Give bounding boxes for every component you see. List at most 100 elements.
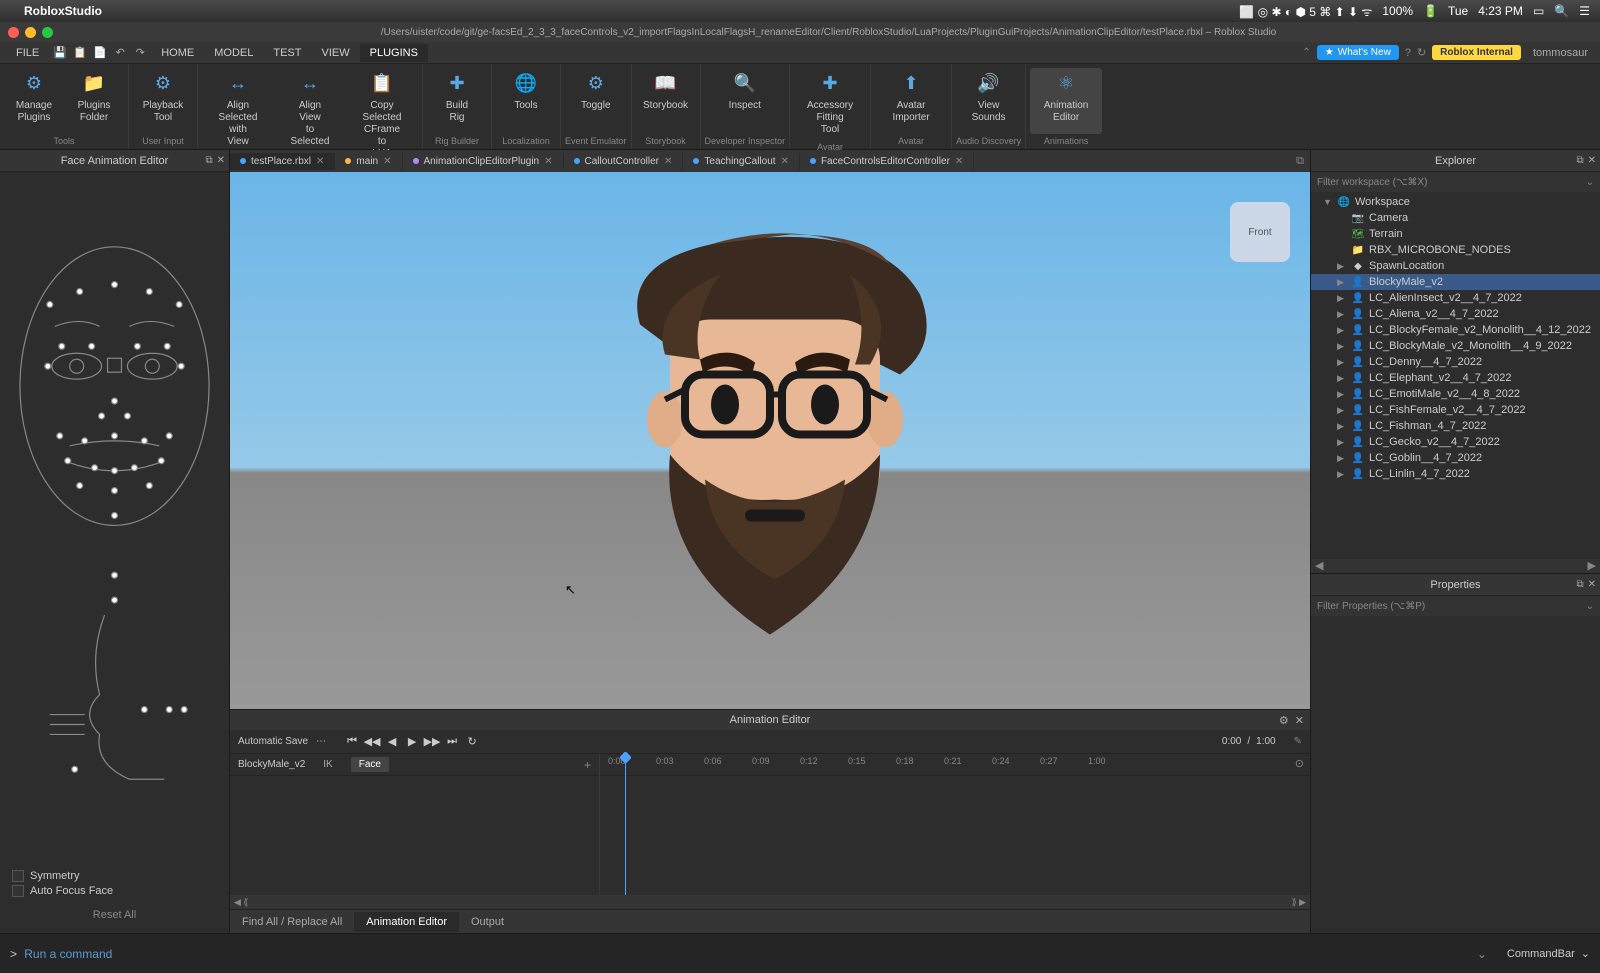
tab-animationclipeditorplugin[interactable]: AnimationClipEditorPlugin✕: [403, 153, 564, 170]
save-mode-dropdown[interactable]: Automatic Save: [238, 736, 308, 747]
next-frame-button[interactable]: ▶▶: [424, 734, 440, 750]
tree-item-lcemotimalev2482022[interactable]: ▶👤LC_EmotiMale_v2__4_8_2022: [1311, 386, 1600, 402]
ribbon-playback-tool[interactable]: ⚙PlaybackTool: [133, 68, 193, 134]
goto-start-button[interactable]: ⏮: [344, 734, 360, 750]
explorer-scrollbar[interactable]: ◀▶: [1311, 559, 1600, 573]
add-track-button[interactable]: +: [584, 758, 591, 772]
goto-end-button[interactable]: ⏭: [444, 734, 460, 750]
tree-item-lcfishfemalev2472022[interactable]: ▶👤LC_FishFemale_v2__4_7_2022: [1311, 402, 1600, 418]
bottom-tab-animation-editor[interactable]: Animation Editor: [354, 912, 459, 932]
tree-item-lcalienav2472022[interactable]: ▶👤LC_Aliena_v2__4_7_2022: [1311, 306, 1600, 322]
play-reverse-button[interactable]: ◀: [384, 734, 400, 750]
menu-home[interactable]: HOME: [151, 44, 204, 62]
ik-tab[interactable]: IK: [315, 757, 340, 772]
tree-item-lcfishman472022[interactable]: ▶👤LC_Fishman_4_7_2022: [1311, 418, 1600, 434]
undo-icon[interactable]: ↶: [111, 44, 129, 62]
tree-item-lcelephantv2472022[interactable]: ▶👤LC_Elephant_v2__4_7_2022: [1311, 370, 1600, 386]
play-button[interactable]: ▶: [404, 734, 420, 750]
bottom-tab-find-all---replace-all[interactable]: Find All / Replace All: [230, 912, 354, 932]
tree-item-lcgeckov2472022[interactable]: ▶👤LC_Gecko_v2__4_7_2022: [1311, 434, 1600, 450]
menu-icon[interactable]: ☰: [1579, 4, 1590, 18]
tree-item-terrain[interactable]: 🗺Terrain: [1311, 226, 1600, 242]
file-menu[interactable]: FILE: [6, 44, 49, 62]
close-tab-icon[interactable]: ✕: [955, 156, 963, 167]
rig-name-label[interactable]: BlockyMale_v2: [238, 759, 305, 770]
tree-item-lcblockyfemalev2monolith4122022[interactable]: ▶👤LC_BlockyFemale_v2_Monolith__4_12_2022: [1311, 322, 1600, 338]
ribbon-plugins-folder[interactable]: 📁PluginsFolder: [64, 68, 124, 134]
collapse-ribbon-button[interactable]: ⌃: [1302, 47, 1310, 58]
ribbon-manage-plugins[interactable]: ⚙ManagePlugins: [4, 68, 64, 134]
tab-testplacerbxl[interactable]: testPlace.rbxl✕: [230, 153, 335, 170]
playhead[interactable]: [625, 754, 626, 895]
anim-close-icon[interactable]: ✕: [1295, 714, 1304, 727]
traffic-lights[interactable]: [8, 27, 53, 38]
ribbon-build-rig[interactable]: ✚BuildRig: [427, 68, 487, 134]
ribbon-view-sounds[interactable]: 🔊ViewSounds: [959, 68, 1019, 134]
control-center-icon[interactable]: ▭: [1533, 4, 1544, 18]
reset-all-button[interactable]: Reset All: [12, 905, 217, 925]
menu-plugins[interactable]: PLUGINS: [360, 44, 428, 62]
close-tab-icon[interactable]: ✕: [781, 156, 789, 167]
bottom-tab-output[interactable]: Output: [459, 912, 516, 932]
minimize-window-button[interactable]: [25, 27, 36, 38]
timeline-ruler[interactable]: 0:000:030:060:090:120:150:180:210:240:27…: [600, 754, 1310, 776]
tree-item-spawnlocation[interactable]: ▶◆SpawnLocation: [1311, 258, 1600, 274]
username-label[interactable]: tommosaur: [1527, 47, 1594, 59]
close-icon[interactable]: ✕: [217, 155, 225, 166]
edit-mode-icon[interactable]: ✎: [1294, 736, 1302, 747]
menu-model[interactable]: MODEL: [204, 44, 263, 62]
more-options-icon[interactable]: ⋯: [316, 736, 326, 747]
tree-item-lcgoblin472022[interactable]: ▶👤LC_Goblin__4_7_2022: [1311, 450, 1600, 466]
copy-icon[interactable]: 📋: [71, 44, 89, 62]
explorer-tree[interactable]: ▼🌐Workspace📷Camera🗺Terrain📁RBX_MICROBONE…: [1311, 192, 1600, 559]
prev-frame-button[interactable]: ◀◀: [364, 734, 380, 750]
close-tab-icon[interactable]: ✕: [664, 156, 672, 167]
tree-item-workspace[interactable]: ▼🌐Workspace: [1311, 194, 1600, 210]
tree-item-lcblockymalev2monolith492022[interactable]: ▶👤LC_BlockyMale_v2_Monolith__4_9_2022: [1311, 338, 1600, 354]
face-tab[interactable]: Face: [351, 757, 389, 772]
view-cube[interactable]: Front: [1230, 202, 1290, 262]
tree-item-lclinlin472022[interactable]: ▶👤LC_Linlin_4_7_2022: [1311, 466, 1600, 482]
explorer-undock-icon[interactable]: ⧉: [1576, 155, 1583, 166]
close-tab-icon[interactable]: ✕: [383, 156, 391, 167]
timeline[interactable]: 0:000:030:060:090:120:150:180:210:240:27…: [600, 754, 1310, 895]
ribbon-animation-editor[interactable]: ⚛AnimationEditor: [1030, 68, 1102, 134]
spotlight-icon[interactable]: 🔍: [1554, 4, 1569, 18]
tab-calloutcontroller[interactable]: CalloutController✕: [564, 153, 684, 170]
app-name[interactable]: RobloxStudio: [24, 4, 102, 18]
tree-item-lcalieninsectv2472022[interactable]: ▶👤LC_AlienInsect_v2__4_7_2022: [1311, 290, 1600, 306]
anim-settings-icon[interactable]: ⚙: [1279, 714, 1289, 727]
close-tab-icon[interactable]: ✕: [316, 156, 324, 167]
paste-icon[interactable]: 📄: [91, 44, 109, 62]
auto-focus-checkbox[interactable]: Auto Focus Face: [12, 885, 217, 897]
tab-facecontrolseditorcontroller[interactable]: FaceControlsEditorController✕: [800, 153, 974, 170]
ribbon-inspect[interactable]: 🔍Inspect: [715, 68, 775, 134]
sync-icon[interactable]: ↻: [1417, 46, 1426, 59]
help-icon[interactable]: ?: [1405, 47, 1411, 59]
undock-icon[interactable]: ⧉: [205, 155, 212, 166]
close-tab-icon[interactable]: ✕: [544, 156, 552, 167]
symmetry-checkbox[interactable]: Symmetry: [12, 870, 217, 882]
properties-filter[interactable]: Filter Properties (⌥⌘P) ⌄: [1311, 596, 1600, 616]
explorer-close-icon[interactable]: ✕: [1588, 155, 1596, 166]
explorer-filter[interactable]: Filter workspace (⌥⌘X) ⌄: [1311, 172, 1600, 192]
save-icon[interactable]: 💾: [51, 44, 69, 62]
tab-teachingcallout[interactable]: TeachingCallout✕: [683, 153, 800, 170]
loop-button[interactable]: ↻: [464, 734, 480, 750]
props-undock-icon[interactable]: ⧉: [1576, 579, 1583, 590]
timeline-scrollbar[interactable]: ◀ ⟪⟫ ▶: [230, 895, 1310, 909]
ribbon-storybook[interactable]: 📖Storybook: [636, 68, 696, 134]
tab-main[interactable]: main✕: [335, 153, 402, 170]
whats-new-button[interactable]: ★ What's New: [1317, 45, 1399, 60]
command-input[interactable]: Run a command: [24, 947, 112, 961]
menu-test[interactable]: TEST: [263, 44, 311, 62]
ribbon-toggle[interactable]: ⚙Toggle: [566, 68, 626, 134]
tree-item-camera[interactable]: 📷Camera: [1311, 210, 1600, 226]
expand-tabs-icon[interactable]: ⧉: [1290, 155, 1310, 168]
ribbon-accessory-fitting-tool[interactable]: ✚AccessoryFittingTool: [794, 68, 866, 140]
tree-item-lcdenny472022[interactable]: ▶👤LC_Denny__4_7_2022: [1311, 354, 1600, 370]
redo-icon[interactable]: ↷: [131, 44, 149, 62]
props-close-icon[interactable]: ✕: [1588, 579, 1596, 590]
command-bar[interactable]: > Run a command ⌄ CommandBar⌄: [0, 933, 1600, 973]
command-bar-selector[interactable]: CommandBar⌄: [1507, 947, 1590, 960]
